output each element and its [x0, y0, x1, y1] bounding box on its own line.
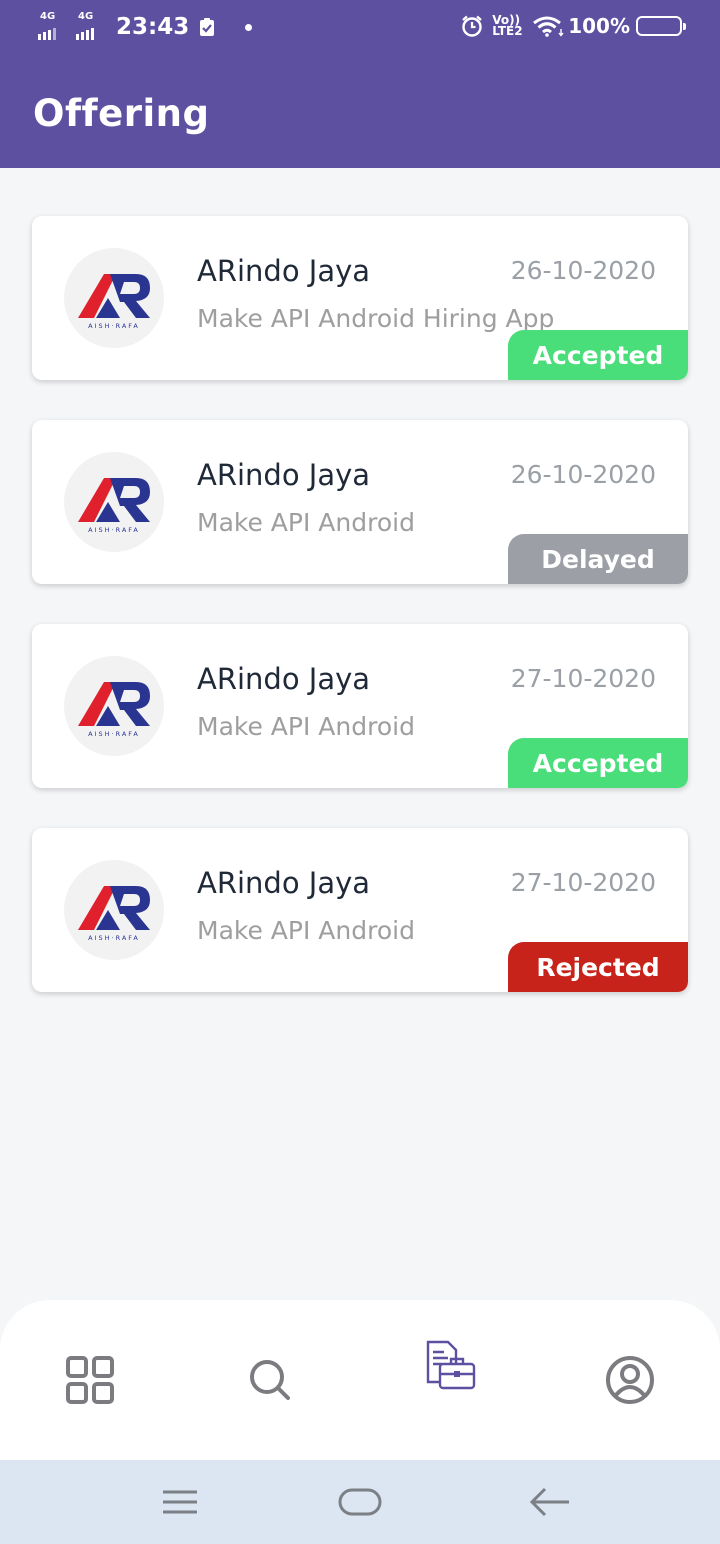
offer-date: 26-10-2020 — [510, 256, 656, 285]
offer-card[interactable]: AISH·RAFA ARindo Jaya 26-10-2020 Make AP… — [32, 216, 688, 380]
app-bar: Offering — [0, 56, 720, 168]
home-pill-icon — [338, 1488, 382, 1516]
offer-card[interactable]: AISH·RAFA ARindo Jaya 27-10-2020 Make AP… — [32, 624, 688, 788]
notification-dot-icon — [245, 23, 253, 31]
nav-profile-button[interactable] — [600, 1350, 660, 1410]
svg-text:AISH·RAFA: AISH·RAFA — [88, 934, 140, 942]
status-bar: 4G 4G 23:43 Vo)) LTE2 100% — [0, 0, 720, 56]
nav-home-grid-button[interactable] — [60, 1350, 120, 1410]
signal-sim1-icon: 4G — [38, 12, 72, 42]
company-name: ARindo Jaya — [197, 866, 371, 900]
offer-card[interactable]: AISH·RAFA ARindo Jaya 27-10-2020 Make AP… — [32, 828, 688, 992]
company-logo: AISH·RAFA — [64, 656, 164, 756]
grid-icon — [66, 1356, 114, 1404]
svg-text:AISH·RAFA: AISH·RAFA — [88, 526, 140, 534]
offer-date: 27-10-2020 — [510, 868, 656, 897]
clipboard-check-icon — [200, 18, 215, 36]
status-badge: Accepted — [508, 330, 688, 380]
offer-card[interactable]: AISH·RAFA ARindo Jaya 26-10-2020 Make AP… — [32, 420, 688, 584]
home-button[interactable] — [338, 1482, 382, 1522]
signal-sim2-icon: 4G — [76, 12, 110, 42]
status-badge: Accepted — [508, 738, 688, 788]
clock: 23:43 — [116, 14, 190, 40]
company-name: ARindo Jaya — [197, 458, 371, 492]
job-title: Make API Android Hiring App — [197, 304, 555, 333]
battery-icon — [636, 16, 686, 36]
back-button[interactable] — [528, 1482, 572, 1522]
offer-date: 27-10-2020 — [510, 664, 656, 693]
wifi-icon — [533, 16, 564, 37]
svg-text:AISH·RAFA: AISH·RAFA — [88, 730, 140, 738]
nav-search-button[interactable] — [240, 1350, 300, 1410]
offer-date: 26-10-2020 — [510, 460, 656, 489]
status-badge: Delayed — [508, 534, 688, 584]
job-title: Make API Android — [197, 916, 415, 945]
system-nav-bar — [0, 1460, 720, 1544]
page-title: Offering — [33, 92, 210, 135]
volte-indicator: Vo)) LTE2 — [492, 13, 523, 38]
search-icon — [250, 1360, 290, 1400]
alarm-icon — [462, 15, 482, 37]
battery-percent: 100% — [568, 14, 630, 38]
company-name: ARindo Jaya — [197, 254, 371, 288]
company-name: ARindo Jaya — [197, 662, 371, 696]
company-logo: AISH·RAFA — [64, 248, 164, 348]
menu-icon — [163, 1490, 197, 1514]
offering-icon — [426, 1340, 476, 1390]
profile-icon — [606, 1356, 654, 1404]
company-logo: AISH·RAFA — [64, 452, 164, 552]
company-logo: AISH·RAFA — [64, 860, 164, 960]
job-title: Make API Android — [197, 508, 415, 537]
bottom-nav — [0, 1300, 720, 1460]
job-title: Make API Android — [197, 712, 415, 741]
svg-text:AISH·RAFA: AISH·RAFA — [88, 322, 140, 330]
recents-button[interactable] — [158, 1482, 202, 1522]
status-badge: Rejected — [508, 942, 688, 992]
back-arrow-icon — [529, 1487, 569, 1517]
nav-offering-button[interactable] — [420, 1336, 480, 1396]
